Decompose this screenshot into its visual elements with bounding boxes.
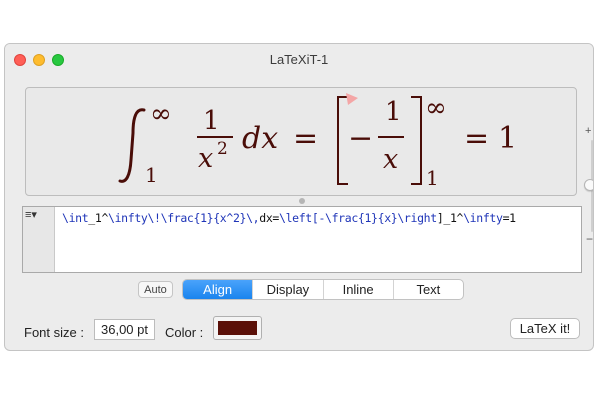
zoom-in-icon[interactable]: + bbox=[585, 125, 591, 137]
mode-align[interactable]: Align bbox=[183, 280, 253, 299]
equals-sign-1: = bbox=[293, 121, 318, 156]
source-token: {1}{x^2} bbox=[193, 211, 247, 225]
menu-dropdown-icon[interactable]: ≡▾ bbox=[25, 208, 37, 221]
source-token: \left bbox=[279, 211, 312, 225]
fraction2-denominator: x bbox=[383, 144, 398, 175]
integral-sign-icon bbox=[118, 108, 146, 183]
minus-sign: − bbox=[348, 121, 373, 156]
title-bar: LaTeXiT-1 bbox=[5, 44, 593, 74]
slider-knob[interactable] bbox=[584, 179, 593, 191]
color-label: Color : bbox=[165, 325, 204, 340]
source-token: =1 bbox=[502, 211, 517, 225]
bracket-lower-limit: 1 bbox=[426, 166, 439, 190]
latexit-window: LaTeXiT-1 ∞ 1 1 x 2 dx = − 1 x ∞ 1 = 1 + bbox=[4, 43, 594, 351]
differential-dx: dx bbox=[242, 121, 278, 156]
mode-display[interactable]: Display bbox=[252, 280, 322, 299]
fraction2-numerator: 1 bbox=[385, 97, 402, 127]
zoom-out-icon[interactable]: − bbox=[586, 232, 593, 246]
equation-preview[interactable]: ∞ 1 1 x 2 dx = − 1 x ∞ 1 = 1 bbox=[25, 87, 577, 196]
source-token: \infty bbox=[108, 211, 148, 225]
rendered-formula: ∞ 1 1 x 2 dx = − 1 x ∞ 1 = 1 bbox=[118, 93, 517, 190]
fraction1-denominator-base: x bbox=[198, 143, 213, 174]
auto-button[interactable]: Auto bbox=[138, 281, 173, 298]
window-title: LaTeXiT-1 bbox=[269, 52, 329, 67]
source-token: \right bbox=[397, 211, 437, 225]
source-token: _1^ bbox=[88, 211, 109, 225]
equals-sign-2: = bbox=[464, 121, 489, 156]
source-token: \frac bbox=[325, 211, 358, 225]
source-token: \int bbox=[62, 211, 89, 225]
mode-inline[interactable]: Inline bbox=[322, 280, 393, 299]
source-token: ]_1^ bbox=[436, 211, 464, 225]
integral-upper-limit: ∞ bbox=[150, 99, 172, 129]
result-value: 1 bbox=[498, 121, 517, 156]
latex-it-button[interactable]: LaTeX it! bbox=[510, 318, 580, 339]
magnification-slider[interactable]: + − bbox=[584, 125, 593, 246]
source-token: \frac bbox=[160, 211, 194, 225]
source-token: dx= bbox=[259, 211, 279, 225]
source-token: [- bbox=[311, 211, 326, 225]
left-bracket-icon bbox=[337, 96, 348, 185]
font-size-field[interactable]: 36,00 pt bbox=[94, 319, 155, 340]
split-view-handle[interactable] bbox=[299, 198, 305, 204]
fraction1-denominator-exponent: 2 bbox=[217, 139, 228, 159]
fraction1-numerator: 1 bbox=[203, 106, 220, 136]
latex-source-editor[interactable]: ≡▾ \int_1^\infty\!\frac{1}{x^2}\,dx=\lef… bbox=[22, 206, 582, 273]
color-well[interactable] bbox=[213, 316, 262, 340]
mode-text[interactable]: Text bbox=[392, 280, 463, 299]
source-token: {1}{x} bbox=[357, 211, 398, 225]
right-bracket-icon bbox=[411, 96, 422, 185]
latex-source-text[interactable]: \int_1^\infty\!\frac{1}{x^2}\,dx=\left[-… bbox=[62, 211, 516, 225]
source-token: \, bbox=[246, 211, 260, 225]
integral-lower-limit: 1 bbox=[145, 163, 158, 187]
bracket-upper-limit: ∞ bbox=[425, 93, 447, 123]
editor-gutter: ≡▾ bbox=[23, 207, 55, 272]
drag-marker-icon bbox=[346, 93, 358, 105]
color-swatch bbox=[218, 321, 257, 335]
font-size-label: Font size : bbox=[24, 325, 84, 340]
source-token: \infty bbox=[463, 211, 503, 225]
source-token: \! bbox=[147, 211, 161, 225]
mode-segmented-control: Align Display Inline Text bbox=[182, 279, 464, 300]
